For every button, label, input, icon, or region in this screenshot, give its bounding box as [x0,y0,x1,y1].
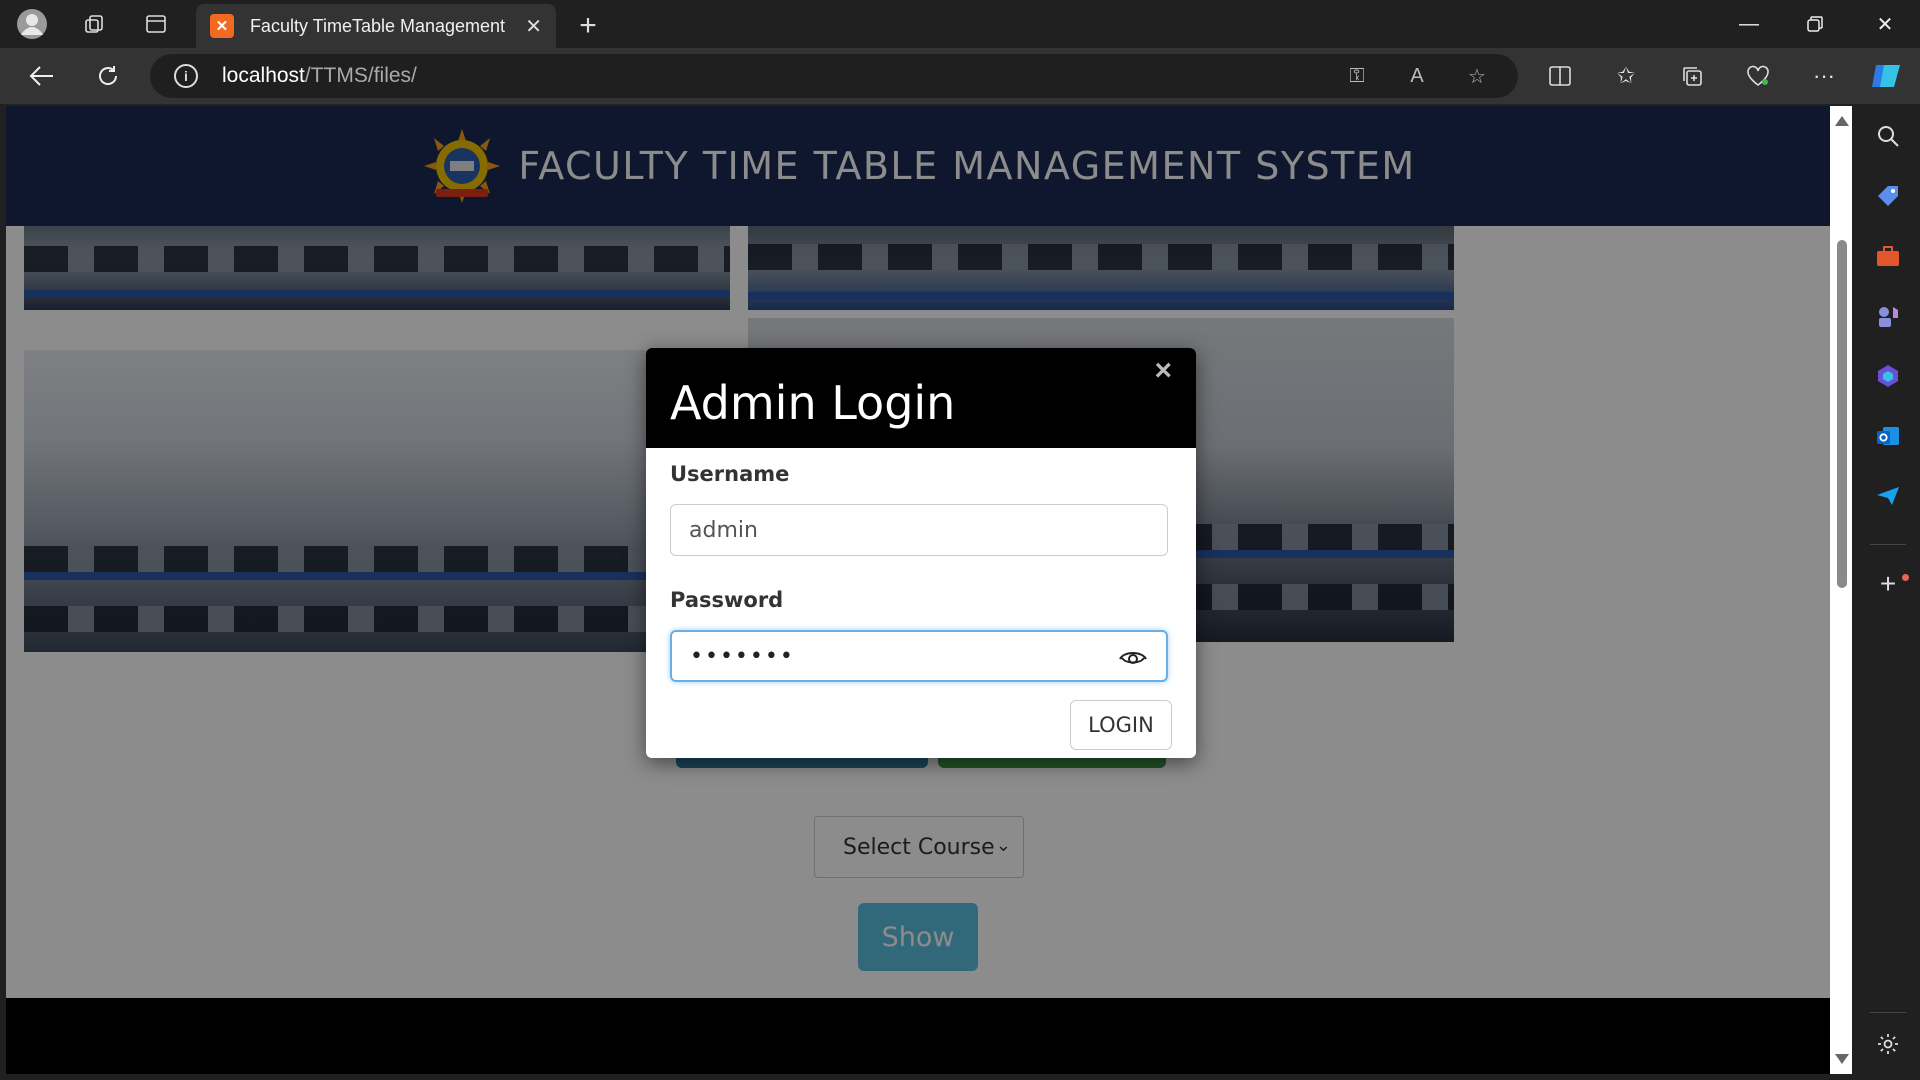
key-icon[interactable]: ⚿ [1342,62,1372,90]
scroll-down-arrow-icon[interactable] [1835,1054,1849,1064]
sidebar-divider [1870,1012,1906,1013]
search-icon[interactable] [1872,120,1904,152]
password-input[interactable]: ••••••• [670,630,1168,682]
address-text[interactable]: localhost/TTMS/files/ [222,64,417,88]
scroll-up-arrow-icon[interactable] [1835,116,1849,126]
outlook-icon[interactable] [1872,420,1904,452]
modal-backdrop-footer [6,998,1830,1074]
login-button[interactable]: LOGIN [1070,700,1172,750]
page-scrollbar[interactable] [1830,106,1852,1074]
address-bar[interactable]: i localhost/TTMS/files/ ⚿ A ☆ [150,54,1518,98]
sidebar-divider [1870,544,1906,545]
show-password-eye-icon[interactable] [1118,644,1148,670]
close-window-button[interactable]: ✕ [1852,0,1918,48]
username-label: Username [670,462,790,486]
add-sidebar-app-icon[interactable]: + [1872,568,1904,600]
workspaces-icon[interactable] [78,8,110,40]
microsoft-365-icon[interactable] [1872,360,1904,392]
profile-icon[interactable] [16,8,48,40]
modal-header: Admin Login × [646,348,1196,448]
collections-icon[interactable] [1672,58,1712,94]
minimize-button[interactable]: — [1716,0,1782,48]
split-screen-icon[interactable] [1540,58,1580,94]
tab-close-icon[interactable]: ✕ [525,14,542,39]
modal-title: Admin Login [670,376,956,430]
browser-essentials-icon[interactable] [1738,58,1778,94]
read-aloud-icon[interactable]: A [1402,62,1432,90]
notification-dot [1902,574,1909,581]
browser-toolbar: i localhost/TTMS/files/ ⚿ A ☆ ✩ ··· [0,48,1920,104]
admin-login-modal: Admin Login × Username admin Password ••… [646,348,1196,758]
tools-icon[interactable] [1872,240,1904,272]
favorite-star-icon[interactable]: ☆ [1462,62,1492,90]
settings-gear-icon[interactable] [1872,1028,1904,1060]
more-options-icon[interactable]: ··· [1804,58,1844,94]
shopping-tag-icon[interactable] [1872,180,1904,212]
close-icon[interactable]: × [1154,354,1172,388]
new-tab-button[interactable]: + [570,8,606,44]
tab-strip: ✕ Faculty TimeTable Management S ✕ + — ✕ [0,0,1920,48]
edge-sidebar: + [1856,104,1920,1080]
browser-window: ✕ Faculty TimeTable Management S ✕ + — ✕… [0,0,1920,1080]
page-viewport: FACULTY TIME TABLE MANAGEMENT SYSTEM Sel… [6,106,1830,1074]
games-icon[interactable] [1872,300,1904,332]
xampp-icon: ✕ [210,14,234,38]
site-info-icon[interactable]: i [174,64,198,88]
copilot-icon[interactable] [1866,58,1906,94]
restore-button[interactable] [1782,0,1848,48]
back-button[interactable] [22,58,62,94]
tab-actions-icon[interactable] [140,8,172,40]
password-label: Password [670,588,784,612]
scrollbar-thumb[interactable] [1837,240,1847,588]
username-input[interactable]: admin [670,504,1168,556]
refresh-button[interactable] [88,58,128,94]
tab-active[interactable]: ✕ Faculty TimeTable Management S ✕ [196,4,556,48]
tab-title: Faculty TimeTable Management S [249,15,512,36]
send-icon[interactable] [1872,480,1904,512]
favorites-icon[interactable]: ✩ [1606,58,1646,94]
